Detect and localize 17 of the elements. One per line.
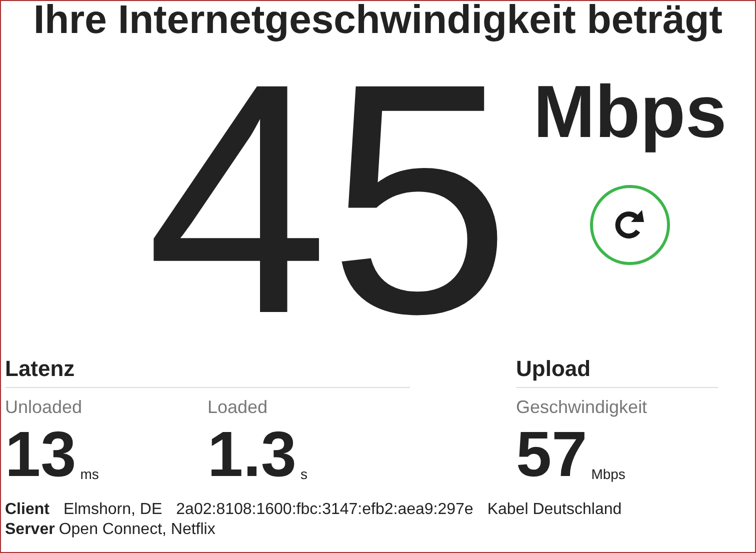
section-heading: Upload xyxy=(516,355,718,388)
metric-label: Unloaded xyxy=(5,396,84,418)
client-info: Kabel Deutschland xyxy=(487,500,622,520)
client-info: Elmshorn, DE xyxy=(63,500,162,520)
server-label: Server xyxy=(5,520,55,540)
metric-unit: s xyxy=(300,465,308,484)
metric-value: 1.3 xyxy=(208,422,296,486)
section-heading: Latenz xyxy=(5,355,410,388)
metric-unit: ms xyxy=(80,465,99,484)
metric-value: 57 xyxy=(516,422,588,486)
client-info: 2a02:8108:1600:fbc:3147:efb2:aea9:297e xyxy=(176,500,474,520)
metric-value: 13 xyxy=(5,422,76,486)
metric-label: Loaded xyxy=(208,396,269,418)
metric-label: Geschwindigkeit xyxy=(516,396,648,418)
client-label: Client xyxy=(5,500,50,520)
server-info: Open Connect, Netflix xyxy=(58,520,216,540)
metric-unit: Mbps xyxy=(591,465,626,484)
